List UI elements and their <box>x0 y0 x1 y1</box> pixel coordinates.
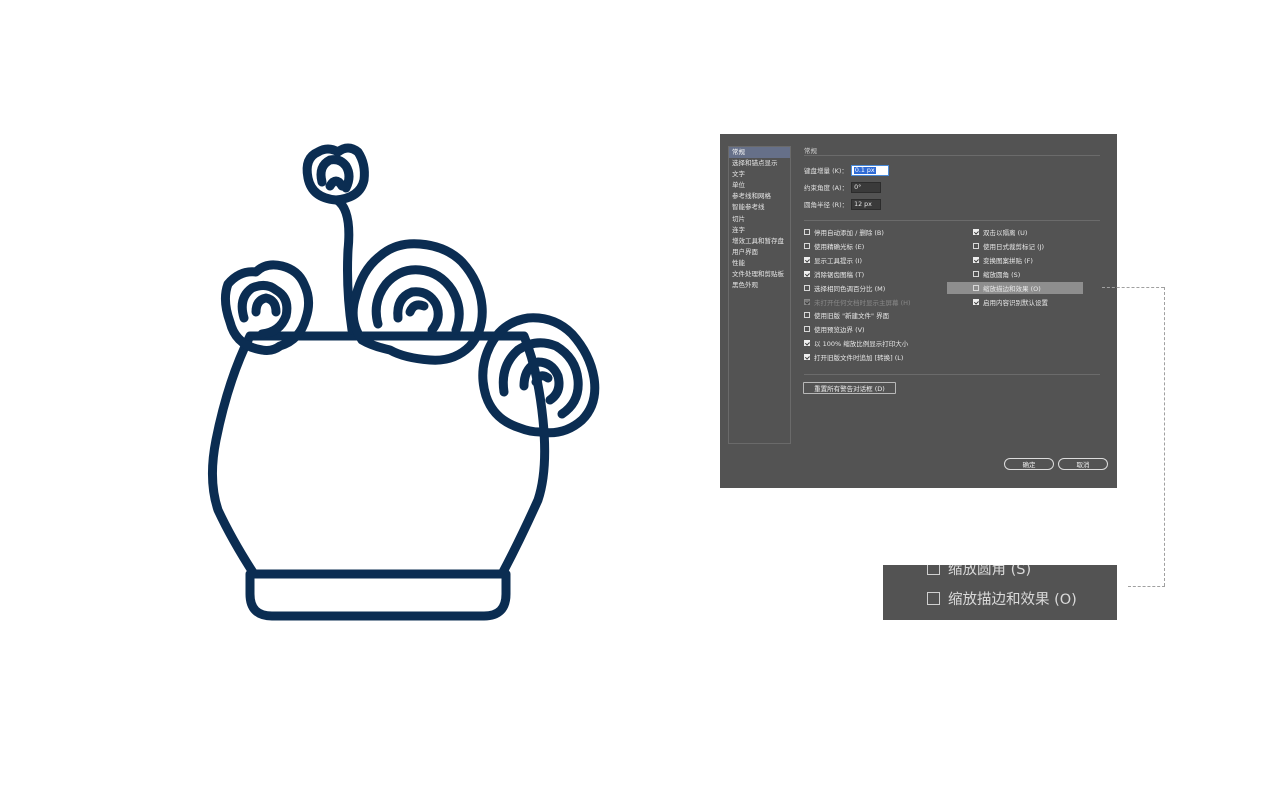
category-item[interactable]: 常规 <box>729 147 790 159</box>
category-item[interactable]: 单位 <box>729 180 790 191</box>
category-item[interactable]: 用户界面 <box>729 247 790 258</box>
category-item[interactable]: 连字 <box>729 225 790 236</box>
constrain-angle-input[interactable]: 0° <box>851 181 882 193</box>
connector-line <box>1164 287 1165 586</box>
divider <box>804 220 1100 221</box>
option-row[interactable]: 未打开任何文档时显示主屏幕 (H) <box>804 296 911 308</box>
option-row[interactable]: 打开旧版文件时追加 [转换] (L) <box>804 351 903 363</box>
option-row[interactable]: 停用自动添加 / 删除 (B) <box>804 226 884 238</box>
option-row[interactable]: 显示工具提示 (I) <box>804 254 862 266</box>
reset-warnings-button[interactable]: 重置所有警告对话框 (D) <box>803 382 896 394</box>
option-row[interactable]: 变换图案拼贴 (F) <box>973 254 1033 266</box>
option-label: 未打开任何文档时显示主屏幕 (H) <box>814 298 911 307</box>
zoom-row-scale-strokes: 缩放描边和效果 (O) <box>927 588 1077 609</box>
option-label: 使用预览边界 (V) <box>814 326 865 335</box>
checkbox-icon[interactable] <box>804 229 810 235</box>
constrain-angle-row: 约束角度 (A)： 0° <box>804 181 882 193</box>
corner-radius-label: 圆角半径 (R)： <box>804 201 849 209</box>
category-item[interactable]: 参考线和网格 <box>729 191 790 202</box>
option-row[interactable]: 使用旧版 "新建文件" 界面 <box>804 309 889 321</box>
option-label: 缩放描边和效果 (O) <box>983 284 1041 293</box>
option-label: 停用自动添加 / 删除 (B) <box>814 229 884 237</box>
category-item[interactable]: 黑色外观 <box>729 280 790 291</box>
left-flower <box>220 260 314 355</box>
connector-line <box>1102 287 1164 288</box>
checkbox-icon[interactable] <box>804 312 810 319</box>
divider <box>804 155 1100 156</box>
checkbox-checked-icon[interactable] <box>804 270 810 277</box>
corner-radius-input[interactable]: 12 px <box>851 198 882 210</box>
checkbox-icon[interactable] <box>804 242 810 249</box>
option-row[interactable]: 双击以隔离 (U) <box>973 226 1027 238</box>
connector-line <box>1128 586 1165 587</box>
checkbox-checked-icon[interactable] <box>804 256 810 263</box>
keyboard-increment-row: 键盘增量 (K)： 0.1 px <box>804 164 889 176</box>
category-item[interactable]: 增效工具和暂存盘 <box>729 236 790 247</box>
pot-base <box>245 569 511 621</box>
option-label: 打开旧版文件时追加 [转换] (L) <box>814 354 904 363</box>
checkbox-icon <box>927 592 940 605</box>
checkbox-icon <box>927 565 940 575</box>
section-title: 常规 <box>804 147 817 155</box>
keyboard-increment-input[interactable]: 0.1 px <box>850 164 889 176</box>
category-item[interactable]: 切片 <box>729 214 790 225</box>
succulent-pot-illustration <box>207 143 600 621</box>
checkbox-checked-icon[interactable] <box>804 354 810 361</box>
checkbox-icon[interactable] <box>973 242 979 249</box>
option-label: 选择相同色调百分比 (M) <box>814 284 886 293</box>
option-label: 消除锯齿图稿 (T) <box>814 270 865 279</box>
option-row[interactable]: 缩放圆角 (S) <box>973 268 1020 280</box>
corner-radius-row: 圆角半径 (R)： 12 px <box>804 198 882 210</box>
option-label: 启用内容识别默认设置 <box>983 298 1048 307</box>
category-item[interactable]: 智能参考线 <box>729 202 790 213</box>
divider <box>804 374 1100 375</box>
checkbox-checked-icon[interactable] <box>973 256 979 263</box>
zoom-row-scale-corners: 缩放圆角 (S) <box>927 565 1031 579</box>
pot-body <box>207 331 550 579</box>
constrain-angle-label: 约束角度 (A)： <box>804 184 849 192</box>
option-row[interactable]: 缩放描边和效果 (O) <box>947 281 1083 294</box>
checkbox-checked-icon[interactable] <box>804 298 810 305</box>
cancel-button[interactable]: 取消 <box>1058 458 1108 470</box>
option-label: 使用旧版 "新建文件" 界面 <box>814 312 890 321</box>
option-row[interactable]: 选择相同色调百分比 (M) <box>804 282 885 294</box>
option-label: 双击以隔离 (U) <box>983 229 1028 237</box>
option-row[interactable]: 使用日式裁剪标记 (J) <box>973 240 1044 252</box>
preferences-dialog: 常规 选择和锚点显示 文字 单位 参考线和网格 智能参考线 切片 连字 增效工具和暂存盘 用户界面… <box>720 134 1117 488</box>
zoom-callout: 缩放圆角 (S) 缩放描边和效果 (O) <box>883 565 1117 620</box>
option-row[interactable]: 消除锯齿图稿 (T) <box>804 268 864 280</box>
ok-button[interactable]: 确定 <box>1004 458 1054 470</box>
keyboard-increment-label: 键盘增量 (K)： <box>804 167 848 175</box>
top-bud <box>302 143 369 205</box>
middle-flower <box>348 239 487 365</box>
option-label: 变换图案拼贴 (F) <box>983 256 1033 265</box>
option-label: 以 100% 缩放比例显示打印大小 <box>814 340 909 349</box>
category-list: 常规 选择和锚点显示 文字 单位 参考线和网格 智能参考线 切片 连字 增效工具和暂存盘 用户界面… <box>728 146 791 444</box>
checkbox-icon[interactable] <box>804 284 810 291</box>
checkbox-icon[interactable] <box>973 284 979 291</box>
checkbox-checked-icon[interactable] <box>973 298 979 305</box>
option-label: 缩放圆角 (S) <box>983 270 1021 279</box>
checkbox-checked-icon[interactable] <box>804 340 810 347</box>
checkbox-checked-icon[interactable] <box>973 229 979 235</box>
category-item[interactable]: 性能 <box>729 258 790 269</box>
option-row[interactable]: 使用精确光标 (E) <box>804 240 864 252</box>
category-item[interactable]: 选择和锚点显示 <box>729 158 790 169</box>
option-row[interactable]: 启用内容识别默认设置 <box>973 296 1048 308</box>
checkbox-icon[interactable] <box>973 270 979 277</box>
category-item[interactable]: 文字 <box>729 169 790 180</box>
option-label: 使用日式裁剪标记 (J) <box>983 242 1045 251</box>
category-item[interactable]: 文件处理和剪贴板 <box>729 269 790 280</box>
option-row[interactable]: 以 100% 缩放比例显示打印大小 <box>804 337 908 349</box>
option-row[interactable]: 使用预览边界 (V) <box>804 323 865 335</box>
option-label: 使用精确光标 (E) <box>814 242 865 251</box>
option-label: 显示工具提示 (I) <box>814 256 863 265</box>
checkbox-icon[interactable] <box>804 326 810 333</box>
